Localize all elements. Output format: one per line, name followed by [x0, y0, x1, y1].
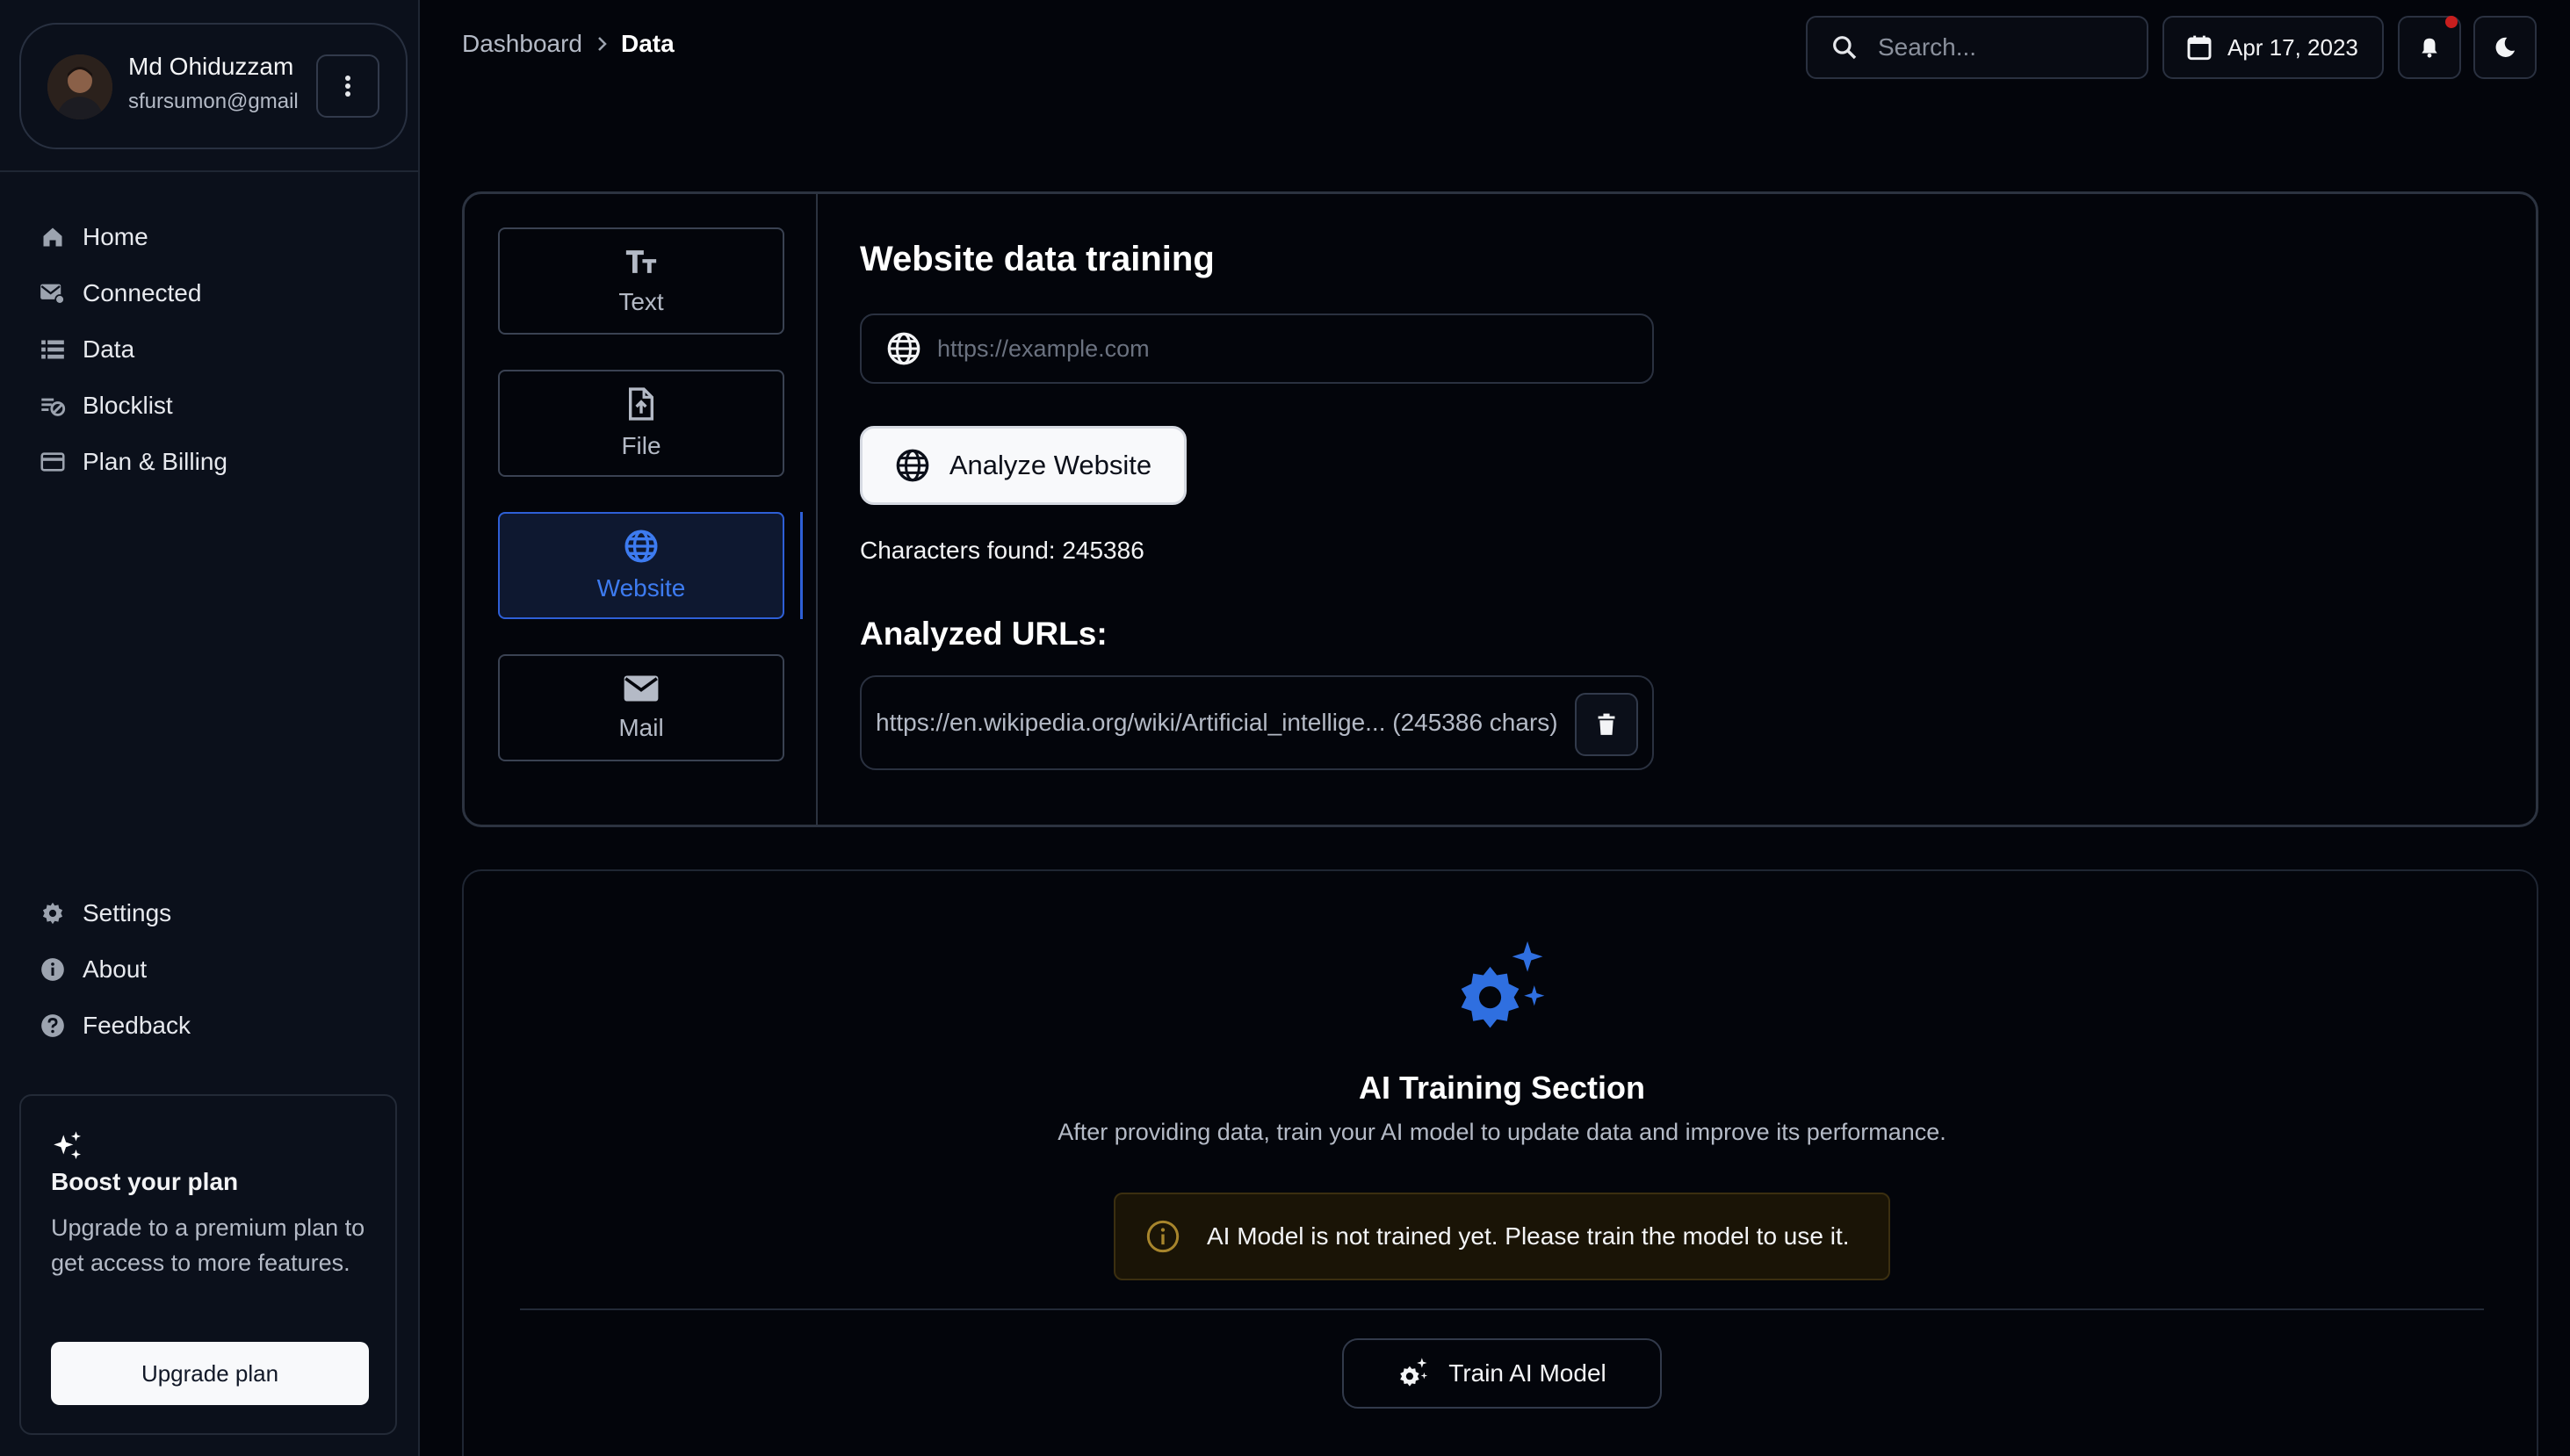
info-icon [1145, 1219, 1180, 1254]
moon-icon [2493, 35, 2517, 60]
tab-file[interactable]: File [498, 370, 784, 477]
sidebar-item-plan-billing[interactable]: Plan & Billing [39, 434, 227, 490]
analyzed-url-text: https://en.wikipedia.org/wiki/Artificial… [876, 709, 1558, 736]
theme-toggle-button[interactable] [2473, 16, 2537, 79]
breadcrumb-data: Data [620, 30, 675, 57]
home-icon [39, 223, 67, 251]
ai-section-description: After providing data, train your AI mode… [1058, 1119, 1946, 1145]
trash-icon [1597, 713, 1616, 736]
train-ai-model-button[interactable]: Train AI Model [1342, 1338, 1662, 1409]
tab-label: File [621, 432, 661, 459]
data-training-card: Text File Website Mail Website data trai… [462, 191, 2538, 827]
data-list-icon [39, 335, 67, 364]
sidebar-divider [0, 170, 420, 172]
characters-found: Characters found: 245386 [860, 537, 1144, 564]
section-divider [520, 1308, 2484, 1310]
profile-card: Md Ohiduzzam sfursumon@gmail [19, 23, 408, 149]
analyze-website-button[interactable]: Analyze Website [860, 426, 1187, 505]
avatar[interactable] [47, 54, 112, 119]
breadcrumb-dashboard[interactable]: Dashboard [462, 30, 582, 58]
sidebar-item-label: Settings [83, 899, 172, 926]
tab-mail[interactable]: Mail [498, 654, 784, 761]
ai-gear-sparkle-icon [1453, 938, 1555, 1040]
active-tab-indicator [800, 512, 803, 619]
tab-label: Text [618, 288, 664, 315]
more-vertical-icon [345, 76, 350, 97]
text-size-icon [624, 246, 659, 278]
profile-menu-button[interactable] [316, 54, 379, 118]
search-box[interactable] [1806, 16, 2148, 79]
analyzed-url-item: https://en.wikipedia.org/wiki/Artificial… [860, 675, 1654, 770]
sidebar-item-label: Connected [83, 279, 202, 306]
website-url-input[interactable] [937, 335, 1640, 363]
chevron-right-icon [595, 35, 609, 53]
upgrade-plan-button[interactable]: Upgrade plan [51, 1342, 369, 1405]
sidebar-item-label: Data [83, 335, 135, 363]
model-status-alert: AI Model is not trained yet. Please trai… [1114, 1193, 1890, 1280]
sparkles-icon [51, 1129, 84, 1163]
user-email: sfursumon@gmail [128, 90, 299, 113]
date-label: Apr 17, 2023 [2227, 33, 2358, 61]
credit-card-icon [39, 448, 67, 476]
connected-mail-icon [39, 279, 67, 307]
date-picker-button[interactable]: Apr 17, 2023 [2162, 16, 2384, 79]
sidebar-item-home[interactable]: Home [39, 209, 227, 265]
sidebar-item-connected[interactable]: Connected [39, 265, 227, 321]
tab-website[interactable]: Website [498, 512, 784, 619]
info-icon [39, 955, 67, 984]
help-icon [39, 1012, 67, 1040]
sidebar-item-label: Plan & Billing [83, 448, 227, 475]
sidebar-item-data[interactable]: Data [39, 321, 227, 378]
boost-description: Upgrade to a premium plan to get access … [51, 1215, 365, 1276]
sidebar-item-settings[interactable]: Settings [39, 885, 191, 941]
gear-sparkle-icon [1397, 1357, 1431, 1390]
sidebar-item-label: Home [83, 223, 148, 250]
sidebar-item-feedback[interactable]: Feedback [39, 998, 191, 1054]
bell-icon [2418, 35, 2441, 60]
sidebar-item-label: About [83, 955, 148, 983]
sidebar-item-about[interactable]: About [39, 941, 191, 998]
analyzed-urls-title: Analyzed URLs: [860, 616, 1108, 652]
notifications-button[interactable] [2398, 16, 2461, 79]
tab-text[interactable]: Text [498, 227, 784, 335]
search-icon [1830, 33, 1859, 61]
training-title: Website data training [860, 240, 1215, 278]
user-name: Md Ohiduzzam [128, 53, 294, 80]
globe-icon [886, 331, 921, 366]
train-button-label: Train AI Model [1448, 1359, 1606, 1387]
delete-url-button[interactable] [1575, 693, 1638, 756]
sidebar-nav-main: Home Connected Data Blocklist Plan & Bil… [39, 209, 227, 490]
sidebar-item-label: Blocklist [83, 392, 173, 419]
globe-icon [624, 529, 659, 564]
model-status-text: AI Model is not trained yet. Please trai… [1207, 1222, 1850, 1250]
sidebar-nav-secondary: Settings About Feedback [39, 885, 191, 1054]
gear-icon [39, 899, 67, 927]
boost-title: Boost your plan [51, 1168, 239, 1195]
blocklist-icon [39, 392, 67, 420]
sidebar-item-label: Feedback [83, 1012, 191, 1039]
analyze-button-label: Analyze Website [949, 450, 1152, 480]
tab-column-divider [816, 194, 818, 825]
ai-section-title: AI Training Section [1358, 1070, 1646, 1106]
file-upload-icon [627, 386, 655, 422]
calendar-icon [2185, 33, 2213, 61]
mail-icon [623, 674, 660, 703]
tab-label: Website [596, 574, 686, 602]
globe-icon [895, 448, 930, 483]
notification-badge [2445, 16, 2458, 28]
website-url-field[interactable] [860, 314, 1654, 384]
search-input[interactable] [1878, 33, 2124, 61]
tab-label: Mail [618, 714, 664, 741]
sidebar: Md Ohiduzzam sfursumon@gmail Home Connec… [0, 0, 420, 1456]
ai-training-section: AI Training Section After providing data… [462, 869, 2538, 1456]
sidebar-item-blocklist[interactable]: Blocklist [39, 378, 227, 434]
breadcrumb: Dashboard Data [462, 30, 675, 58]
boost-plan-card: Boost your plan Upgrade to a premium pla… [19, 1094, 397, 1435]
